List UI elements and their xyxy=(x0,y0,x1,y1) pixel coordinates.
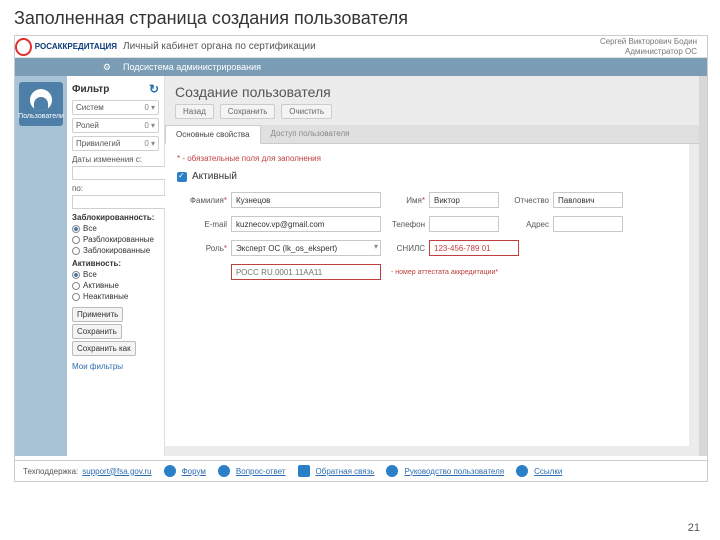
page-number: 21 xyxy=(688,522,700,534)
forum-icon xyxy=(164,465,176,477)
refresh-icon[interactable]: ↻ xyxy=(149,82,159,96)
email-input[interactable] xyxy=(231,216,381,232)
rail-label: Пользователи xyxy=(18,113,64,120)
phone-input[interactable] xyxy=(429,216,499,232)
header-user: Сергей Викторович Бодин Администратор ОС xyxy=(600,37,707,56)
slide-title: Заполненная страница создания пользовате… xyxy=(0,0,720,35)
links-icon xyxy=(516,465,528,477)
scrollbar[interactable] xyxy=(699,76,707,456)
address-input[interactable] xyxy=(553,216,623,232)
save-button[interactable]: Сохранить xyxy=(72,324,122,339)
chevron-down-icon: ▾ xyxy=(374,242,378,251)
app-window: РОСАККРЕДИТАЦИЯ Личный кабинет органа по… xyxy=(14,35,708,482)
faq-icon xyxy=(218,465,230,477)
snils-label: СНИЛС xyxy=(385,244,425,253)
feedback-icon xyxy=(298,465,310,477)
radio-unblocked[interactable]: Разблокированные xyxy=(72,235,159,244)
filter-privileges[interactable]: Привилегий0 ▾ xyxy=(72,136,159,151)
role-label: Роль xyxy=(177,244,227,253)
logo: РОСАККРЕДИТАЦИЯ xyxy=(15,38,117,56)
manual-icon xyxy=(386,465,398,477)
header-title: Личный кабинет органа по сертификации xyxy=(117,41,600,52)
user-role: Администратор ОС xyxy=(600,47,697,57)
subheader: ⚙ Подсистема администрирования xyxy=(15,58,707,76)
rail-users[interactable]: Пользователи xyxy=(19,82,63,126)
back-button[interactable]: Назад xyxy=(175,104,214,119)
active-label: Активный xyxy=(192,171,237,182)
filter-sidebar: Фильтр ↻ Систем0 ▾ Ролей0 ▾ Привилегий0 … xyxy=(67,76,165,456)
save-user-button[interactable]: Сохранить xyxy=(220,104,276,119)
attestat-input[interactable] xyxy=(231,264,381,280)
app-header: РОСАККРЕДИТАЦИЯ Личный кабинет органа по… xyxy=(15,36,707,58)
faq-link[interactable]: Вопрос-ответ xyxy=(236,467,286,476)
main-panel: Создание пользователя Назад Сохранить Оч… xyxy=(165,76,699,456)
tab-access[interactable]: Доступ пользователя xyxy=(261,125,360,143)
radio-active[interactable]: Активные xyxy=(72,281,159,290)
apply-button[interactable]: Применить xyxy=(72,307,123,322)
support-label: Техподдержка: xyxy=(23,467,78,476)
tab-main-props[interactable]: Основные свойства xyxy=(165,125,261,144)
name-input[interactable] xyxy=(429,192,499,208)
date-to-label: по: xyxy=(72,184,159,193)
page-title: Создание пользователя xyxy=(165,76,699,104)
support-email[interactable]: support@fsa.gov.ru xyxy=(82,467,151,476)
radio-inactive[interactable]: Неактивные xyxy=(72,292,159,301)
app-body: Пользователи Фильтр ↻ Систем0 ▾ Ролей0 ▾… xyxy=(15,76,707,456)
attestat-note: - номер аттестата аккредитации* xyxy=(391,269,498,276)
save-as-button[interactable]: Сохранить как xyxy=(72,341,136,356)
toolbar: Назад Сохранить Очистить xyxy=(165,104,699,119)
clear-button[interactable]: Очистить xyxy=(281,104,332,119)
email-label: E-mail xyxy=(177,220,227,229)
address-label: Адрес xyxy=(503,220,549,229)
user-icon xyxy=(30,89,52,111)
filter-systems[interactable]: Систем0 ▾ xyxy=(72,100,159,115)
surname-label: Фамилия xyxy=(177,196,227,205)
blocked-title: Заблокированность: xyxy=(72,213,159,222)
manual-link[interactable]: Руководство пользователя xyxy=(404,467,504,476)
footer: Техподдержка: support@fsa.gov.ru Форум В… xyxy=(15,460,707,481)
required-note: * - обязательные поля для заполнения xyxy=(177,154,677,163)
patronymic-input[interactable] xyxy=(553,192,623,208)
surname-input[interactable] xyxy=(231,192,381,208)
user-name: Сергей Викторович Бодин xyxy=(600,37,697,47)
user-form: * - обязательные поля для заполнения Акт… xyxy=(165,144,689,446)
radio-blocked[interactable]: Заблокированные xyxy=(72,246,159,255)
name-label: Имя xyxy=(385,196,425,205)
patronymic-label: Отчество xyxy=(503,196,549,205)
active-title: Активность: xyxy=(72,259,159,268)
feedback-link[interactable]: Обратная связь xyxy=(316,467,375,476)
filter-title: Фильтр xyxy=(72,84,109,95)
snils-input[interactable] xyxy=(429,240,519,256)
admin-icon: ⚙ xyxy=(15,62,117,73)
radio-blocked-all[interactable]: Все xyxy=(72,224,159,233)
phone-label: Телефон xyxy=(385,220,425,229)
forum-link[interactable]: Форум xyxy=(182,467,206,476)
filter-roles[interactable]: Ролей0 ▾ xyxy=(72,118,159,133)
date-from-label: Даты изменения с: xyxy=(72,155,159,164)
tabs: Основные свойства Доступ пользователя xyxy=(165,125,699,144)
active-checkbox[interactable] xyxy=(177,172,187,182)
left-rail: Пользователи xyxy=(15,76,67,456)
role-select[interactable]: ▾ xyxy=(231,240,381,256)
radio-active-all[interactable]: Все xyxy=(72,270,159,279)
subheader-text: Подсистема администрирования xyxy=(117,62,261,72)
links-link[interactable]: Ссылки xyxy=(534,467,562,476)
my-filters-link[interactable]: Мои фильтры xyxy=(72,362,159,371)
